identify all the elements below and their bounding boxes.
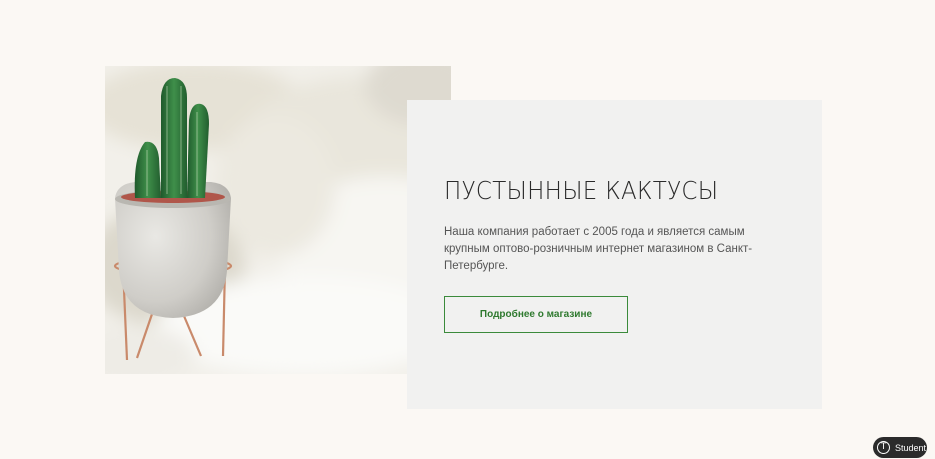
student-badge[interactable]: T Student	[873, 437, 927, 458]
cactus-photo	[105, 66, 451, 374]
student-badge-label: Student	[895, 442, 927, 453]
card-description: Наша компания работает с 2005 года и явл…	[444, 226, 753, 272]
card-title: ПУСТЫННЫЕ КАКТУСЫ	[444, 176, 719, 205]
about-store-button[interactable]: Подробнее о магазине	[444, 296, 628, 333]
student-t-icon: T	[877, 441, 890, 454]
info-card: ПУСТЫННЫЕ КАКТУСЫ Наша компания работает…	[407, 100, 822, 409]
